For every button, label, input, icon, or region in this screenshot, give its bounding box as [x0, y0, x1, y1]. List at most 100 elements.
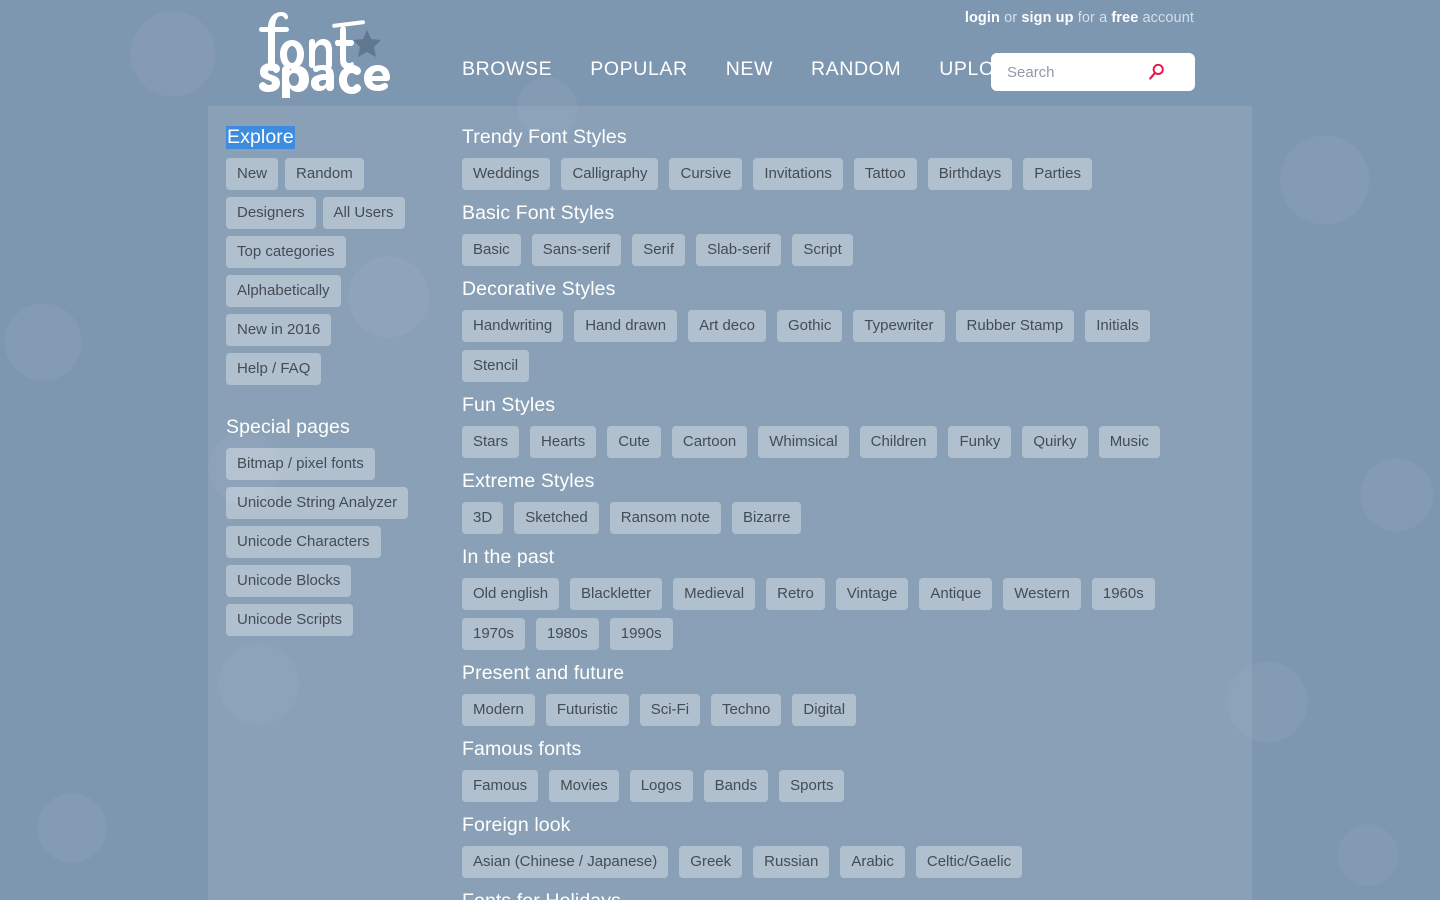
category-tag-blackletter[interactable]: Blackletter	[570, 578, 663, 610]
page-root: login or sign up for a free account BROW…	[0, 0, 1440, 900]
category-tag-hand-drawn[interactable]: Hand drawn	[574, 310, 678, 342]
login-link[interactable]: login	[965, 10, 1000, 26]
category-tag-script[interactable]: Script	[792, 234, 853, 266]
search-input[interactable]	[991, 53, 1141, 91]
section-extreme-styles: Extreme Styles 3D Sketched Ransom note Bizar…	[462, 470, 1242, 534]
category-tag-basic[interactable]: Basic	[462, 234, 521, 266]
section-tag-list: Famous Movies Logos Bands Sports	[462, 770, 1202, 802]
category-tag-1970s[interactable]: 1970s	[462, 618, 525, 650]
category-tag-gothic[interactable]: Gothic	[776, 310, 843, 342]
category-tag-russian[interactable]: Russian	[753, 846, 830, 878]
nav-popular[interactable]: POPULAR	[590, 58, 687, 81]
category-tag-sketched[interactable]: Sketched	[514, 502, 599, 534]
sidebar-item-unicode-string-analyzer[interactable]: Unicode String Analyzer	[226, 487, 409, 519]
sidebar-row: Bitmap / pixel fonts	[226, 448, 456, 480]
category-tag-initials[interactable]: Initials	[1085, 310, 1150, 342]
category-tag-antique[interactable]: Antique	[919, 578, 993, 610]
category-tag-rubber-stamp[interactable]: Rubber Stamp	[955, 310, 1075, 342]
section-tag-list: Modern Futuristic Sci-Fi Techno Digital	[462, 694, 1202, 726]
category-tag-techno[interactable]: Techno	[711, 694, 782, 726]
section-title: Fun Styles	[462, 394, 556, 416]
category-tag-quirky[interactable]: Quirky	[1022, 426, 1088, 458]
category-tag-weddings[interactable]: Weddings	[462, 158, 551, 190]
sidebar-item-top-categories[interactable]: Top categories	[226, 236, 346, 268]
category-tag-tattoo[interactable]: Tattoo	[853, 158, 917, 190]
sidebar-row: New Random	[226, 158, 456, 190]
sidebar-row: Help / FAQ	[226, 353, 456, 385]
category-tag-parties[interactable]: Parties	[1023, 158, 1092, 190]
category-tag-bands[interactable]: Bands	[703, 770, 769, 802]
category-tag-funky[interactable]: Funky	[948, 426, 1012, 458]
category-tag-famous[interactable]: Famous	[462, 770, 539, 802]
category-tag-futuristic[interactable]: Futuristic	[545, 694, 629, 726]
category-tag-modern[interactable]: Modern	[462, 694, 535, 726]
category-tag-cursive[interactable]: Cursive	[669, 158, 743, 190]
category-tag-greek[interactable]: Greek	[679, 846, 743, 878]
sidebar-item-alphabetically[interactable]: Alphabetically	[226, 275, 341, 307]
category-tag-1980s[interactable]: 1980s	[535, 618, 599, 650]
nav-new[interactable]: NEW	[726, 58, 773, 81]
category-tag-retro[interactable]: Retro	[766, 578, 825, 610]
fontspace-logo[interactable]	[254, 6, 394, 103]
category-tag-hearts[interactable]: Hearts	[530, 426, 597, 458]
category-tag-stencil[interactable]: Stencil	[462, 350, 530, 382]
sidebar-item-designers[interactable]: Designers	[226, 197, 316, 229]
category-tag-birthdays[interactable]: Birthdays	[927, 158, 1013, 190]
account-or: or	[999, 10, 1022, 26]
section-fonts-for-holidays: Fonts for Holidays	[462, 890, 1242, 900]
category-tag-western[interactable]: Western	[1003, 578, 1081, 610]
search-icon[interactable]	[1141, 53, 1171, 91]
category-tag-medieval[interactable]: Medieval	[673, 578, 756, 610]
category-tag-3d[interactable]: 3D	[462, 502, 504, 534]
sidebar-item-bitmap-pixel-fonts[interactable]: Bitmap / pixel fonts	[226, 448, 375, 480]
category-tag-celtic-gaelic[interactable]: Celtic/Gaelic	[915, 846, 1023, 878]
category-tag-typewriter[interactable]: Typewriter	[853, 310, 945, 342]
category-tag-1960s[interactable]: 1960s	[1091, 578, 1155, 610]
category-tag-bizarre[interactable]: Bizarre	[731, 502, 802, 534]
category-tag-ransom-note[interactable]: Ransom note	[609, 502, 721, 534]
category-tag-sans-serif[interactable]: Sans-serif	[531, 234, 622, 266]
category-tag-old-english[interactable]: Old english	[462, 578, 560, 610]
category-tag-whimsical[interactable]: Whimsical	[758, 426, 849, 458]
category-tag-handwriting[interactable]: Handwriting	[462, 310, 564, 342]
category-tag-serif[interactable]: Serif	[632, 234, 686, 266]
sidebar-item-new[interactable]: New	[226, 158, 279, 190]
search-box	[991, 53, 1195, 91]
nav-random[interactable]: RANDOM	[811, 58, 901, 81]
category-tag-art-deco[interactable]: Art deco	[688, 310, 766, 342]
section-basic-font-styles: Basic Font Styles Basic Sans-serif Serif Sla…	[462, 202, 1242, 266]
section-tag-list: Asian (Chinese / Japanese) Greek Russian Ar…	[462, 846, 1202, 878]
sidebar-item-new-in-2016[interactable]: New in 2016	[226, 314, 332, 346]
category-tag-cute[interactable]: Cute	[607, 426, 661, 458]
category-tag-asian-chinese-japanese[interactable]: Asian (Chinese / Japanese)	[462, 846, 669, 878]
nav-browse[interactable]: BROWSE	[462, 58, 552, 81]
category-tag-music[interactable]: Music	[1098, 426, 1160, 458]
signup-link[interactable]: sign up	[1021, 10, 1073, 26]
sidebar-group-special-pages: Special pages Bitmap / pixel fonts Unico…	[226, 392, 456, 636]
section-title: Basic Font Styles	[462, 202, 615, 224]
category-tag-1990s[interactable]: 1990s	[609, 618, 673, 650]
category-tag-invitations[interactable]: Invitations	[753, 158, 843, 190]
category-tag-stars[interactable]: Stars	[462, 426, 520, 458]
category-tag-slab-serif[interactable]: Slab-serif	[696, 234, 782, 266]
category-tag-digital[interactable]: Digital	[792, 694, 857, 726]
sidebar-item-unicode-blocks[interactable]: Unicode Blocks	[226, 565, 352, 597]
category-tag-cartoon[interactable]: Cartoon	[671, 426, 748, 458]
sidebar-item-random[interactable]: Random	[285, 158, 364, 190]
category-tag-movies[interactable]: Movies	[549, 770, 619, 802]
category-tag-children[interactable]: Children	[859, 426, 938, 458]
category-tag-calligraphy[interactable]: Calligraphy	[561, 158, 659, 190]
sidebar-item-help-faq[interactable]: Help / FAQ	[226, 353, 322, 385]
sidebar-item-unicode-scripts[interactable]: Unicode Scripts	[226, 604, 354, 636]
search-icon-glyph	[1149, 63, 1164, 80]
sidebar-group-explore: Explore New Random Designers All Users T…	[226, 126, 456, 385]
sidebar-item-all-users[interactable]: All Users	[322, 197, 405, 229]
category-tag-arabic[interactable]: Arabic	[840, 846, 905, 878]
sidebar-item-unicode-characters[interactable]: Unicode Characters	[226, 526, 381, 558]
category-tag-sports[interactable]: Sports	[779, 770, 845, 802]
sidebar-heading-explore: Explore	[226, 126, 295, 149]
section-tag-list: Basic Sans-serif Serif Slab-serif Script	[462, 234, 1202, 266]
category-tag-logos[interactable]: Logos	[629, 770, 693, 802]
category-tag-sci-fi[interactable]: Sci-Fi	[639, 694, 701, 726]
category-tag-vintage[interactable]: Vintage	[835, 578, 909, 610]
